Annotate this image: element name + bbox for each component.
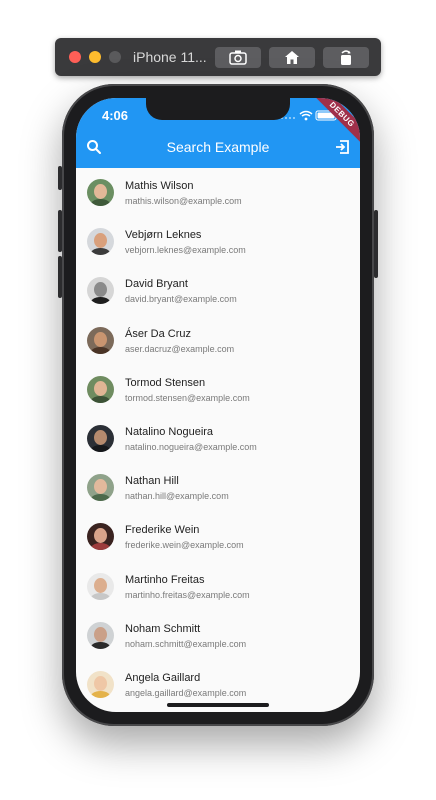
contact-email: noham.schmitt@example.com [125,638,247,649]
avatar [87,621,114,649]
contact-email: david.bryant@example.com [125,294,237,305]
contact-email: natalino.nogueira@example.com [125,441,257,452]
contact-name: David Bryant [125,278,188,291]
volume-down-button [58,256,62,298]
contact-email: tormod.stensen@example.com [125,392,250,403]
exit-icon [336,140,349,154]
list-item[interactable]: Natalino Nogueira natalino.nogueira@exam… [76,414,360,463]
list-item[interactable]: Nathan Hill nathan.hill@example.com [76,463,360,512]
contact-email: vebjorn.leknes@example.com [125,245,246,256]
avatar [87,474,114,502]
avatar [87,277,114,305]
contact-name: Mathis Wilson [125,180,194,192]
home-indicator[interactable] [167,703,269,707]
contact-email: mathis.wilson@example.com [125,196,242,206]
contact-name: Angela Gaillard [125,671,201,684]
avatar [87,424,114,452]
contact-name: Tormod Stensen [125,376,206,389]
window-zoom-button[interactable] [109,51,121,63]
contact-email: frederike.wein@example.com [125,540,244,551]
signal-icon [281,117,295,119]
contact-name: Nathan Hill [125,475,179,488]
window-minimize-button[interactable] [89,51,101,63]
avatar [87,375,114,403]
contact-name: Martinho Freitas [125,573,205,586]
rotate-icon [341,50,351,65]
contact-name: Vebjørn Leknes [125,229,202,242]
list-item[interactable]: Tormod Stensen tormod.stensen@example.co… [76,365,360,414]
list-item[interactable]: Mathis Wilson mathis.wilson@example.com [76,168,360,217]
home-icon [285,51,299,64]
avatar [87,228,114,256]
app-bar: 4:06 DEBUG Search Example [76,98,360,168]
notch [146,98,290,120]
contact-name: Noham Schmitt [125,622,201,635]
list-item[interactable]: David Bryant david.bryant@example.com [76,266,360,315]
contact-name: Natalino Nogueira [125,425,214,438]
avatar [87,179,114,206]
list-item[interactable]: Frederike Wein frederike.wein@example.co… [76,512,360,561]
camera-icon [229,50,247,65]
contact-name: Frederike Wein [125,524,200,537]
avatar [87,572,114,600]
power-button [374,210,378,278]
screenshot-button[interactable] [215,47,261,68]
contact-email: angela.gaillard@example.com [125,687,247,698]
list-item[interactable]: Martinho Freitas martinho.freitas@exampl… [76,562,360,611]
status-time: 4:06 [102,108,129,123]
exit-button[interactable] [334,139,350,155]
avatar [87,523,114,551]
contact-email: martinho.freitas@example.com [125,589,250,600]
list-item[interactable]: Angela Gaillard angela.gaillard@example.… [76,660,360,709]
list-item[interactable]: Vebjørn Leknes vebjorn.leknes@example.co… [76,217,360,266]
mute-switch [58,166,62,190]
simulator-toolbar: iPhone 11... [55,38,381,76]
avatar [87,670,114,698]
volume-up-button [58,210,62,252]
rotate-button[interactable] [323,47,369,68]
page-title: Search Example [166,139,270,155]
wifi-icon [299,110,313,121]
list-item[interactable]: Áser Da Cruz aser.dacruz@example.com [76,316,360,365]
list-item[interactable]: Noham Schmitt noham.schmitt@example.com [76,611,360,660]
home-button[interactable] [269,47,315,68]
simulator-title: iPhone 11... [133,49,207,65]
contact-email: nathan.hill@example.com [125,491,229,502]
window-close-button[interactable] [69,51,81,63]
device-screen: 4:06 DEBUG Search Example Mathis Wilson … [76,98,360,712]
contact-email: aser.dacruz@example.com [125,343,235,354]
contact-name: Áser Da Cruz [125,327,192,340]
contact-list: Mathis Wilson mathis.wilson@example.com … [76,168,360,709]
avatar [87,326,114,354]
